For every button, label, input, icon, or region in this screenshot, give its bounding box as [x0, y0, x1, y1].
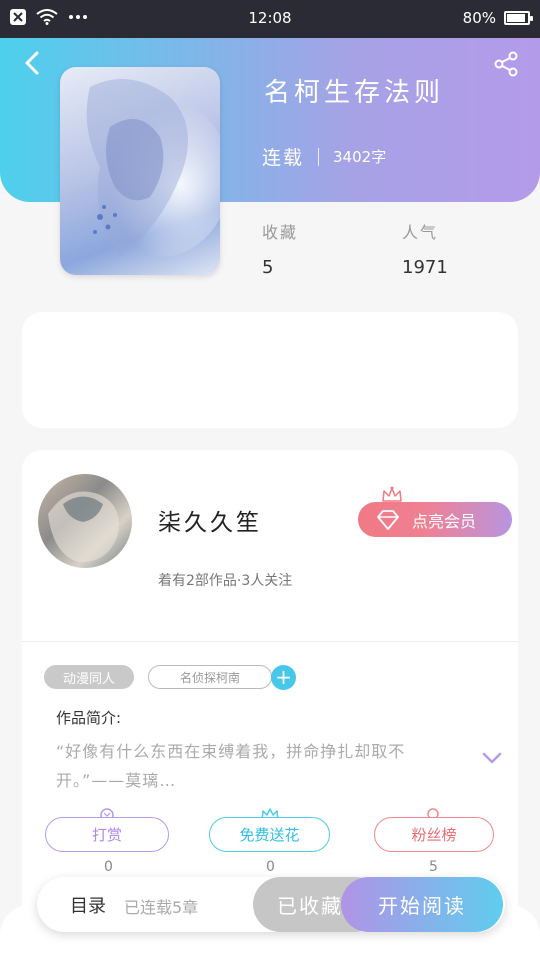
fan-count: 5 — [429, 859, 438, 875]
start-reading-button[interactable]: 开始阅读 — [341, 877, 503, 932]
author-meta: 着有2部作品·3人关注 — [158, 573, 293, 589]
fan-ranking-button[interactable]: 粉丝榜 — [374, 817, 494, 852]
author-name[interactable]: 柒久久笙 — [158, 503, 262, 537]
divider — [318, 147, 320, 166]
book-title: 名柯生存法则 — [264, 78, 445, 108]
word-count: 3402字 — [333, 148, 387, 166]
back-icon[interactable] — [20, 50, 46, 76]
toc-button[interactable]: 目录 — [70, 892, 106, 918]
stat-value: 1971 — [402, 257, 448, 278]
stat-value: 5 — [262, 257, 274, 278]
battery-icon — [504, 11, 533, 25]
share-icon[interactable] — [492, 50, 520, 78]
tag-category[interactable]: 动漫同人 — [44, 665, 134, 689]
diamond-icon — [377, 509, 399, 530]
battery-percent: 80% — [462, 9, 496, 27]
author-avatar[interactable] — [38, 474, 132, 568]
chevron-down-icon[interactable] — [480, 750, 504, 766]
stat-label: 人气 — [402, 223, 439, 242]
intro-text: “好像有什么东西在束缚着我，拼命挣扎却取不开。”——莫璃… — [56, 742, 406, 790]
intro-label: 作品简介: — [56, 709, 122, 727]
vip-button[interactable]: 点亮会员 — [358, 502, 512, 537]
toc-chapter-count: 已连载5章 — [124, 898, 199, 917]
add-tag-icon[interactable]: + — [271, 665, 296, 690]
stat-popularity: 人气 1971 — [402, 219, 448, 278]
book-status-row: 连载 3402字 — [262, 143, 386, 170]
section-divider — [22, 641, 518, 642]
reward-count: 0 — [104, 859, 113, 875]
status-bar: 12:08 80% — [0, 0, 540, 38]
stat-favorites: 收藏 5 — [262, 219, 298, 278]
blank-card — [22, 312, 518, 428]
flower-count: 0 — [266, 859, 275, 875]
send-flower-button[interactable]: 免费送花 — [209, 817, 330, 852]
stat-label: 收藏 — [262, 223, 299, 242]
serial-status: 连载 — [262, 147, 305, 169]
book-cover-image[interactable] — [60, 67, 220, 275]
status-time: 12:08 — [248, 9, 292, 27]
tag-series[interactable]: 名侦探柯南 — [148, 665, 272, 689]
reward-button[interactable]: 打赏 — [45, 817, 169, 852]
vip-button-label: 点亮会员 — [412, 511, 477, 531]
